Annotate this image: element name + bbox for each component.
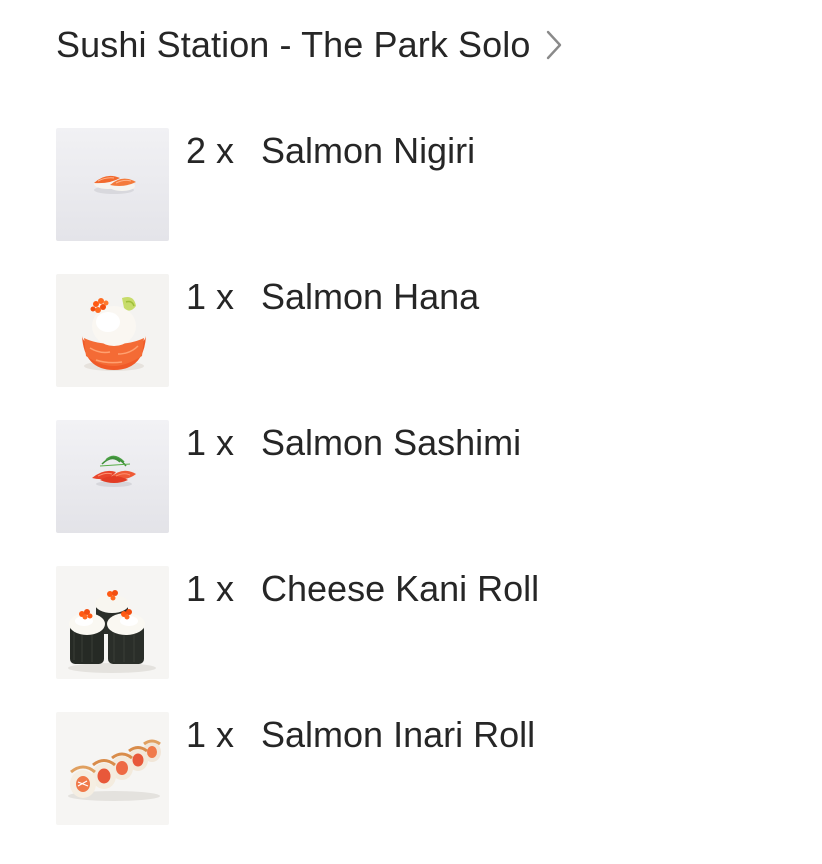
salmon-sashimi-image [56, 420, 169, 533]
cheese-kani-roll-image [56, 566, 169, 679]
order-item: 1 x Cheese Kani Roll [56, 566, 796, 679]
item-name: Salmon Hana [261, 276, 480, 317]
item-name: Cheese Kani Roll [261, 568, 540, 609]
order-item: 1 x Salmon Inari Roll [56, 712, 796, 825]
item-name: Salmon Inari Roll [261, 714, 536, 755]
salmon-inari-roll-image [56, 712, 169, 825]
chevron-right-icon [543, 28, 565, 62]
item-quantity: 1 x [186, 422, 235, 463]
item-quantity: 1 x [186, 276, 235, 317]
order-item: 1 x Salmon Hana [56, 274, 796, 387]
item-quantity: 1 x [186, 714, 235, 755]
order-item-list: 2 x Salmon Nigiri 1 x Salmon Hana 1 x Sa… [56, 128, 796, 858]
store-name: Sushi Station - The Park Solo [56, 24, 531, 65]
salmon-nigiri-image [56, 128, 169, 241]
order-item: 1 x Salmon Sashimi [56, 420, 796, 533]
order-item: 2 x Salmon Nigiri [56, 128, 796, 241]
item-name: Salmon Sashimi [261, 422, 522, 463]
item-quantity: 1 x [186, 568, 235, 609]
store-header-link[interactable]: Sushi Station - The Park Solo [56, 22, 565, 68]
item-name: Salmon Nigiri [261, 130, 476, 171]
item-quantity: 2 x [186, 130, 235, 171]
salmon-hana-image [56, 274, 169, 387]
